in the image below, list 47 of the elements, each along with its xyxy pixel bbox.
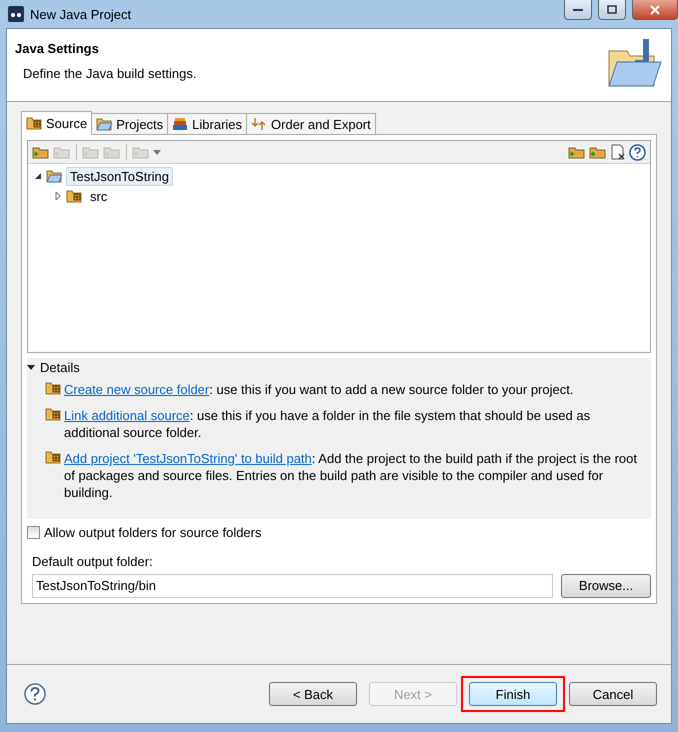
help-icon[interactable] (24, 683, 46, 705)
minimize-button[interactable] (564, 0, 592, 20)
close-button[interactable] (632, 0, 678, 20)
maximize-icon (607, 5, 617, 14)
tab[interactable]: Source (21, 111, 92, 135)
app-icon (8, 6, 24, 22)
tree-item[interactable]: src (86, 186, 112, 206)
page-description: Define the Java build settings. (22, 66, 198, 81)
arrows-icon (251, 117, 268, 131)
remove-file-icon[interactable] (610, 144, 626, 160)
collapsed-arrow-icon[interactable] (54, 192, 62, 200)
maximize-button[interactable] (598, 0, 626, 20)
tab[interactable]: Projects (91, 113, 168, 134)
page-title: Java Settings (15, 41, 100, 56)
expanded-arrow-icon[interactable] (27, 363, 35, 372)
close-icon (650, 4, 660, 14)
detail-text: Add project 'TestJsonToString' to build path: Add the project to the build path if the project is the root of packages and source files. Entries on the build path are visible to the compiler and used for building. (64, 450, 638, 502)
checkbox[interactable] (27, 526, 40, 539)
expanded-arrow-icon[interactable] (34, 172, 42, 180)
link[interactable]: Add project 'TestJsonToString' to build path (64, 451, 312, 466)
checkbox-label: Allow output folders for source folders (44, 524, 262, 540)
open-folder-icon (96, 117, 112, 131)
dialog-button[interactable]: Finish (469, 682, 557, 706)
browse-button[interactable]: Browse... (561, 574, 651, 598)
dialog-button[interactable]: Cancel (569, 682, 657, 706)
help-icon[interactable] (629, 144, 646, 160)
detail-text: Create new source folder: use this if you want to add a new source folder to your project. (64, 381, 574, 398)
books-icon (172, 117, 188, 131)
minimize-icon (573, 8, 583, 12)
detail-text: Link additional source: use this if you have a folder in the file system that should be used as additional source folder. (64, 407, 592, 442)
tree-item[interactable]: TestJsonToString (66, 166, 173, 186)
link[interactable]: Create new source folder (64, 382, 210, 398)
link[interactable]: Link additional source (64, 408, 190, 424)
dropdown-caret-icon[interactable] (153, 150, 161, 154)
folder-icon (45, 450, 61, 464)
section-title: Details (40, 360, 80, 375)
package-folder-icon (26, 116, 42, 130)
folder-icon (45, 407, 61, 422)
dialog-button[interactable]: < Back (269, 682, 357, 706)
field-label: Default output folder: (32, 554, 154, 569)
tab[interactable]: Order and Export (246, 113, 376, 134)
folder-icon (45, 381, 61, 396)
project-folder-icon (46, 169, 62, 183)
tab[interactable]: Libraries (167, 113, 248, 134)
package-folder-icon (66, 189, 82, 203)
output-folder-field[interactable]: TestJsonToString/bin (32, 574, 553, 598)
window-title: New Java Project (30, 6, 132, 22)
